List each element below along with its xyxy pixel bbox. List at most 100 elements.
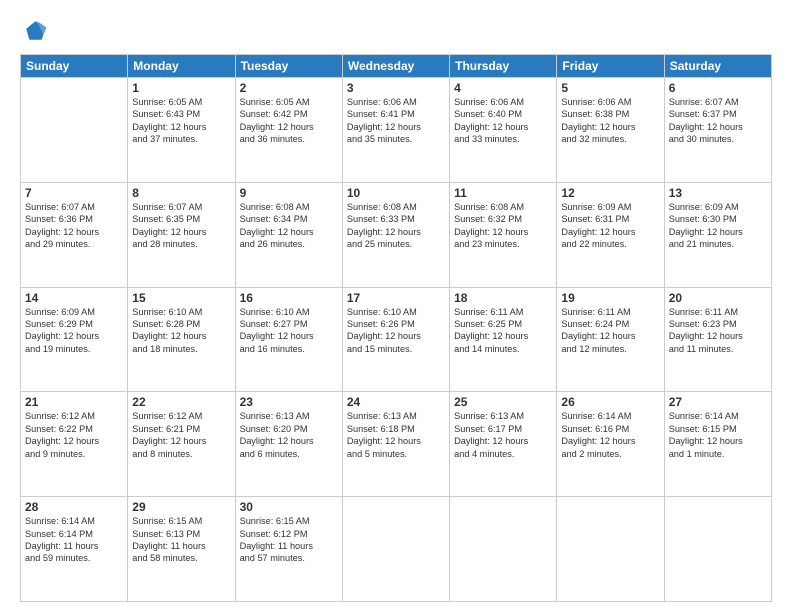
day-number: 14	[25, 291, 123, 305]
calendar-cell: 20Sunrise: 6:11 AMSunset: 6:23 PMDayligh…	[664, 287, 771, 392]
calendar-week-row: 21Sunrise: 6:12 AMSunset: 6:22 PMDayligh…	[21, 392, 772, 497]
calendar-cell: 13Sunrise: 6:09 AMSunset: 6:30 PMDayligh…	[664, 182, 771, 287]
day-number: 20	[669, 291, 767, 305]
calendar-cell: 14Sunrise: 6:09 AMSunset: 6:29 PMDayligh…	[21, 287, 128, 392]
day-info: Sunrise: 6:13 AMSunset: 6:17 PMDaylight:…	[454, 410, 552, 460]
day-number: 4	[454, 81, 552, 95]
calendar-cell: 8Sunrise: 6:07 AMSunset: 6:35 PMDaylight…	[128, 182, 235, 287]
day-number: 8	[132, 186, 230, 200]
day-info: Sunrise: 6:10 AMSunset: 6:26 PMDaylight:…	[347, 306, 445, 356]
day-info: Sunrise: 6:13 AMSunset: 6:18 PMDaylight:…	[347, 410, 445, 460]
calendar-cell: 24Sunrise: 6:13 AMSunset: 6:18 PMDayligh…	[342, 392, 449, 497]
day-info: Sunrise: 6:10 AMSunset: 6:28 PMDaylight:…	[132, 306, 230, 356]
day-info: Sunrise: 6:12 AMSunset: 6:22 PMDaylight:…	[25, 410, 123, 460]
calendar-cell: 29Sunrise: 6:15 AMSunset: 6:13 PMDayligh…	[128, 497, 235, 602]
calendar-cell: 25Sunrise: 6:13 AMSunset: 6:17 PMDayligh…	[450, 392, 557, 497]
day-number: 17	[347, 291, 445, 305]
calendar-week-row: 28Sunrise: 6:14 AMSunset: 6:14 PMDayligh…	[21, 497, 772, 602]
day-number: 30	[240, 500, 338, 514]
header	[20, 18, 772, 46]
day-number: 13	[669, 186, 767, 200]
calendar-cell: 19Sunrise: 6:11 AMSunset: 6:24 PMDayligh…	[557, 287, 664, 392]
weekday-header: Monday	[128, 55, 235, 78]
calendar-cell: 5Sunrise: 6:06 AMSunset: 6:38 PMDaylight…	[557, 78, 664, 183]
day-number: 16	[240, 291, 338, 305]
day-info: Sunrise: 6:11 AMSunset: 6:25 PMDaylight:…	[454, 306, 552, 356]
calendar-cell: 10Sunrise: 6:08 AMSunset: 6:33 PMDayligh…	[342, 182, 449, 287]
calendar-cell: 17Sunrise: 6:10 AMSunset: 6:26 PMDayligh…	[342, 287, 449, 392]
day-info: Sunrise: 6:07 AMSunset: 6:37 PMDaylight:…	[669, 96, 767, 146]
calendar-cell: 18Sunrise: 6:11 AMSunset: 6:25 PMDayligh…	[450, 287, 557, 392]
calendar-cell: 27Sunrise: 6:14 AMSunset: 6:15 PMDayligh…	[664, 392, 771, 497]
day-number: 26	[561, 395, 659, 409]
day-info: Sunrise: 6:08 AMSunset: 6:33 PMDaylight:…	[347, 201, 445, 251]
calendar-table: SundayMondayTuesdayWednesdayThursdayFrid…	[20, 54, 772, 602]
calendar-cell	[21, 78, 128, 183]
calendar-week-row: 1Sunrise: 6:05 AMSunset: 6:43 PMDaylight…	[21, 78, 772, 183]
logo-icon	[20, 18, 48, 46]
day-info: Sunrise: 6:08 AMSunset: 6:34 PMDaylight:…	[240, 201, 338, 251]
day-number: 6	[669, 81, 767, 95]
day-info: Sunrise: 6:11 AMSunset: 6:23 PMDaylight:…	[669, 306, 767, 356]
day-number: 7	[25, 186, 123, 200]
weekday-header: Saturday	[664, 55, 771, 78]
day-number: 25	[454, 395, 552, 409]
calendar-cell: 2Sunrise: 6:05 AMSunset: 6:42 PMDaylight…	[235, 78, 342, 183]
calendar-cell	[342, 497, 449, 602]
weekday-header: Tuesday	[235, 55, 342, 78]
day-info: Sunrise: 6:14 AMSunset: 6:16 PMDaylight:…	[561, 410, 659, 460]
day-info: Sunrise: 6:07 AMSunset: 6:36 PMDaylight:…	[25, 201, 123, 251]
calendar-cell: 9Sunrise: 6:08 AMSunset: 6:34 PMDaylight…	[235, 182, 342, 287]
calendar-cell: 21Sunrise: 6:12 AMSunset: 6:22 PMDayligh…	[21, 392, 128, 497]
calendar-cell: 26Sunrise: 6:14 AMSunset: 6:16 PMDayligh…	[557, 392, 664, 497]
day-number: 22	[132, 395, 230, 409]
calendar-cell: 4Sunrise: 6:06 AMSunset: 6:40 PMDaylight…	[450, 78, 557, 183]
day-info: Sunrise: 6:05 AMSunset: 6:42 PMDaylight:…	[240, 96, 338, 146]
calendar-cell: 6Sunrise: 6:07 AMSunset: 6:37 PMDaylight…	[664, 78, 771, 183]
calendar-cell: 11Sunrise: 6:08 AMSunset: 6:32 PMDayligh…	[450, 182, 557, 287]
day-number: 19	[561, 291, 659, 305]
calendar-cell: 1Sunrise: 6:05 AMSunset: 6:43 PMDaylight…	[128, 78, 235, 183]
calendar-cell: 3Sunrise: 6:06 AMSunset: 6:41 PMDaylight…	[342, 78, 449, 183]
calendar-cell: 12Sunrise: 6:09 AMSunset: 6:31 PMDayligh…	[557, 182, 664, 287]
day-info: Sunrise: 6:07 AMSunset: 6:35 PMDaylight:…	[132, 201, 230, 251]
calendar-cell: 16Sunrise: 6:10 AMSunset: 6:27 PMDayligh…	[235, 287, 342, 392]
calendar-week-row: 7Sunrise: 6:07 AMSunset: 6:36 PMDaylight…	[21, 182, 772, 287]
calendar-cell	[450, 497, 557, 602]
calendar-cell: 23Sunrise: 6:13 AMSunset: 6:20 PMDayligh…	[235, 392, 342, 497]
calendar-header-row: SundayMondayTuesdayWednesdayThursdayFrid…	[21, 55, 772, 78]
weekday-header: Thursday	[450, 55, 557, 78]
day-number: 18	[454, 291, 552, 305]
calendar-cell: 30Sunrise: 6:15 AMSunset: 6:12 PMDayligh…	[235, 497, 342, 602]
day-number: 23	[240, 395, 338, 409]
day-number: 10	[347, 186, 445, 200]
calendar-week-row: 14Sunrise: 6:09 AMSunset: 6:29 PMDayligh…	[21, 287, 772, 392]
day-number: 12	[561, 186, 659, 200]
day-info: Sunrise: 6:06 AMSunset: 6:38 PMDaylight:…	[561, 96, 659, 146]
day-number: 27	[669, 395, 767, 409]
day-info: Sunrise: 6:11 AMSunset: 6:24 PMDaylight:…	[561, 306, 659, 356]
day-number: 9	[240, 186, 338, 200]
weekday-header: Sunday	[21, 55, 128, 78]
day-info: Sunrise: 6:08 AMSunset: 6:32 PMDaylight:…	[454, 201, 552, 251]
day-info: Sunrise: 6:09 AMSunset: 6:29 PMDaylight:…	[25, 306, 123, 356]
day-number: 1	[132, 81, 230, 95]
day-info: Sunrise: 6:09 AMSunset: 6:30 PMDaylight:…	[669, 201, 767, 251]
day-number: 29	[132, 500, 230, 514]
weekday-header: Wednesday	[342, 55, 449, 78]
weekday-header: Friday	[557, 55, 664, 78]
page: SundayMondayTuesdayWednesdayThursdayFrid…	[0, 0, 792, 612]
day-number: 11	[454, 186, 552, 200]
calendar-cell: 15Sunrise: 6:10 AMSunset: 6:28 PMDayligh…	[128, 287, 235, 392]
day-info: Sunrise: 6:15 AMSunset: 6:12 PMDaylight:…	[240, 515, 338, 565]
calendar-cell: 22Sunrise: 6:12 AMSunset: 6:21 PMDayligh…	[128, 392, 235, 497]
day-number: 15	[132, 291, 230, 305]
day-info: Sunrise: 6:13 AMSunset: 6:20 PMDaylight:…	[240, 410, 338, 460]
calendar-cell	[664, 497, 771, 602]
day-number: 24	[347, 395, 445, 409]
day-number: 2	[240, 81, 338, 95]
calendar-cell: 7Sunrise: 6:07 AMSunset: 6:36 PMDaylight…	[21, 182, 128, 287]
day-info: Sunrise: 6:14 AMSunset: 6:15 PMDaylight:…	[669, 410, 767, 460]
day-info: Sunrise: 6:05 AMSunset: 6:43 PMDaylight:…	[132, 96, 230, 146]
logo	[20, 18, 52, 46]
